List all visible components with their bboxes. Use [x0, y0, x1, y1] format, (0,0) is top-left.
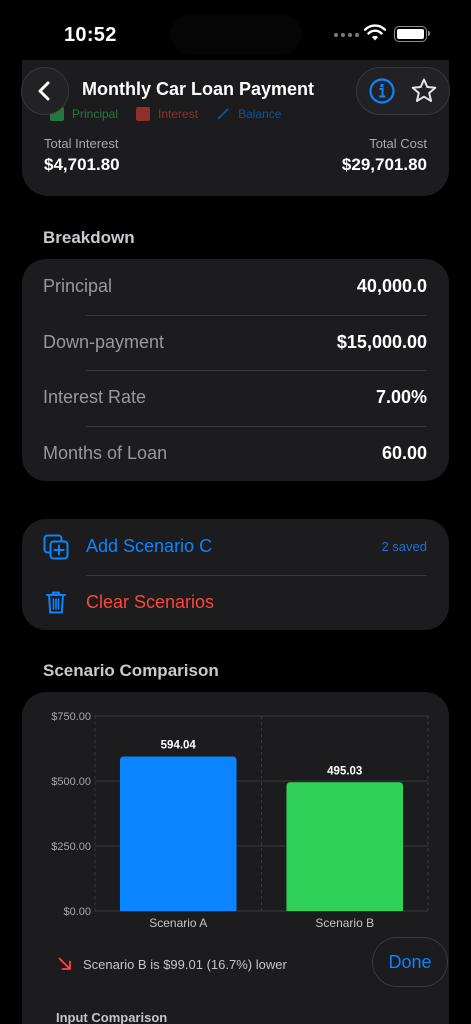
chevron-left-icon: [38, 81, 50, 101]
clear-scenarios-label: Clear Scenarios: [86, 591, 215, 612]
total-cost-label: Total Cost: [369, 136, 427, 151]
wifi-icon: [364, 24, 386, 41]
done-button[interactable]: Done: [372, 937, 448, 987]
nav-actions: [356, 67, 450, 115]
saved-count: 2 saved: [381, 539, 427, 555]
legend-swatch: [136, 107, 151, 121]
total-interest-value: $4,701.80: [44, 155, 120, 174]
bar-value-label: 594.04: [161, 740, 197, 752]
row-value: 7.00%: [375, 387, 427, 408]
scenarios-card: Add Scenario C 2 saved Clear Scenarios: [22, 519, 449, 630]
battery-icon: [394, 26, 430, 42]
row-label: Interest Rate: [43, 387, 147, 408]
trash-icon: [46, 591, 66, 614]
x-tick-label: Scenario A: [149, 916, 207, 930]
chart-legend: Principal Interest Balance: [50, 107, 281, 121]
input-comparison-label: Input Comparison: [56, 1010, 168, 1024]
row-label: Down-payment: [43, 331, 165, 352]
bar-value-label: 495.03: [327, 765, 362, 777]
legend-item-interest: Interest: [136, 107, 198, 121]
add-copy-icon: [43, 534, 69, 560]
row-value: $15,000.00: [336, 331, 427, 352]
scenario-comparison-title: Scenario Comparison: [43, 661, 219, 680]
breakdown-row-months[interactable]: Months of Loan 60.00: [22, 425, 449, 482]
y-tick-label: $750.00: [51, 711, 91, 723]
total-cost-value: $29,701.80: [341, 155, 427, 174]
total-cost: Total Cost $29,701.80: [342, 136, 427, 175]
y-tick-label: $500.00: [51, 776, 91, 788]
star-icon[interactable]: [409, 76, 439, 106]
legend-label: Principal: [72, 107, 119, 121]
back-button[interactable]: [21, 67, 69, 115]
bar-scenario-b: [286, 782, 404, 911]
page-title: Monthly Car Loan Payment: [82, 79, 315, 99]
status-time: 10:52: [64, 24, 117, 46]
info-icon[interactable]: [367, 76, 397, 106]
legend-swatch: [217, 108, 229, 120]
clear-scenarios-button[interactable]: Clear Scenarios: [22, 574, 449, 631]
arrow-down-right-icon: [58, 957, 71, 970]
row-label: Months of Loan: [43, 442, 168, 463]
breakdown-row-principal[interactable]: Principal 40,000.0: [22, 259, 449, 315]
comparison-note-text: Scenario B is $99.01 (16.7%) lower: [83, 956, 287, 972]
x-tick-label: Scenario B: [315, 916, 374, 930]
status-bar: 10:52: [0, 0, 471, 60]
add-scenario-label: Add Scenario C: [86, 536, 213, 557]
scenario-bar-chart: $0.00 $250.00 $500.00 $750.00 594.04 Scenario…: [51, 711, 429, 930]
breakdown-row-interest-rate[interactable]: Interest Rate 7.00%: [22, 370, 449, 426]
legend-item-balance: Balance: [216, 107, 281, 121]
total-interest-label: Total Interest: [44, 136, 119, 151]
y-tick-label: $0.00: [63, 906, 91, 918]
row-value: 60.00: [381, 442, 427, 463]
totals-row: Total Interest $4,701.80 Total Cost $29,…: [44, 136, 427, 175]
row-value: 40,000.0: [356, 276, 427, 297]
legend-label: Interest: [158, 107, 199, 121]
y-tick-label: $250.00: [51, 841, 91, 853]
row-label: Principal: [43, 276, 113, 297]
legend-label: Balance: [238, 107, 282, 121]
breakdown-title: Breakdown: [43, 228, 135, 247]
total-interest: Total Interest $4,701.80: [44, 136, 120, 175]
dynamic-island: [170, 14, 302, 54]
breakdown-card: Principal 40,000.0 Down-payment $15,000.…: [22, 259, 449, 481]
breakdown-row-down-payment[interactable]: Down-payment $15,000.00: [22, 314, 449, 371]
cellular-signal-icon: [334, 33, 359, 37]
comparison-note: Scenario B is $99.01 (16.7%) lower: [57, 956, 287, 972]
add-scenario-button[interactable]: Add Scenario C 2 saved: [22, 519, 449, 575]
bar-scenario-a: [119, 756, 237, 911]
